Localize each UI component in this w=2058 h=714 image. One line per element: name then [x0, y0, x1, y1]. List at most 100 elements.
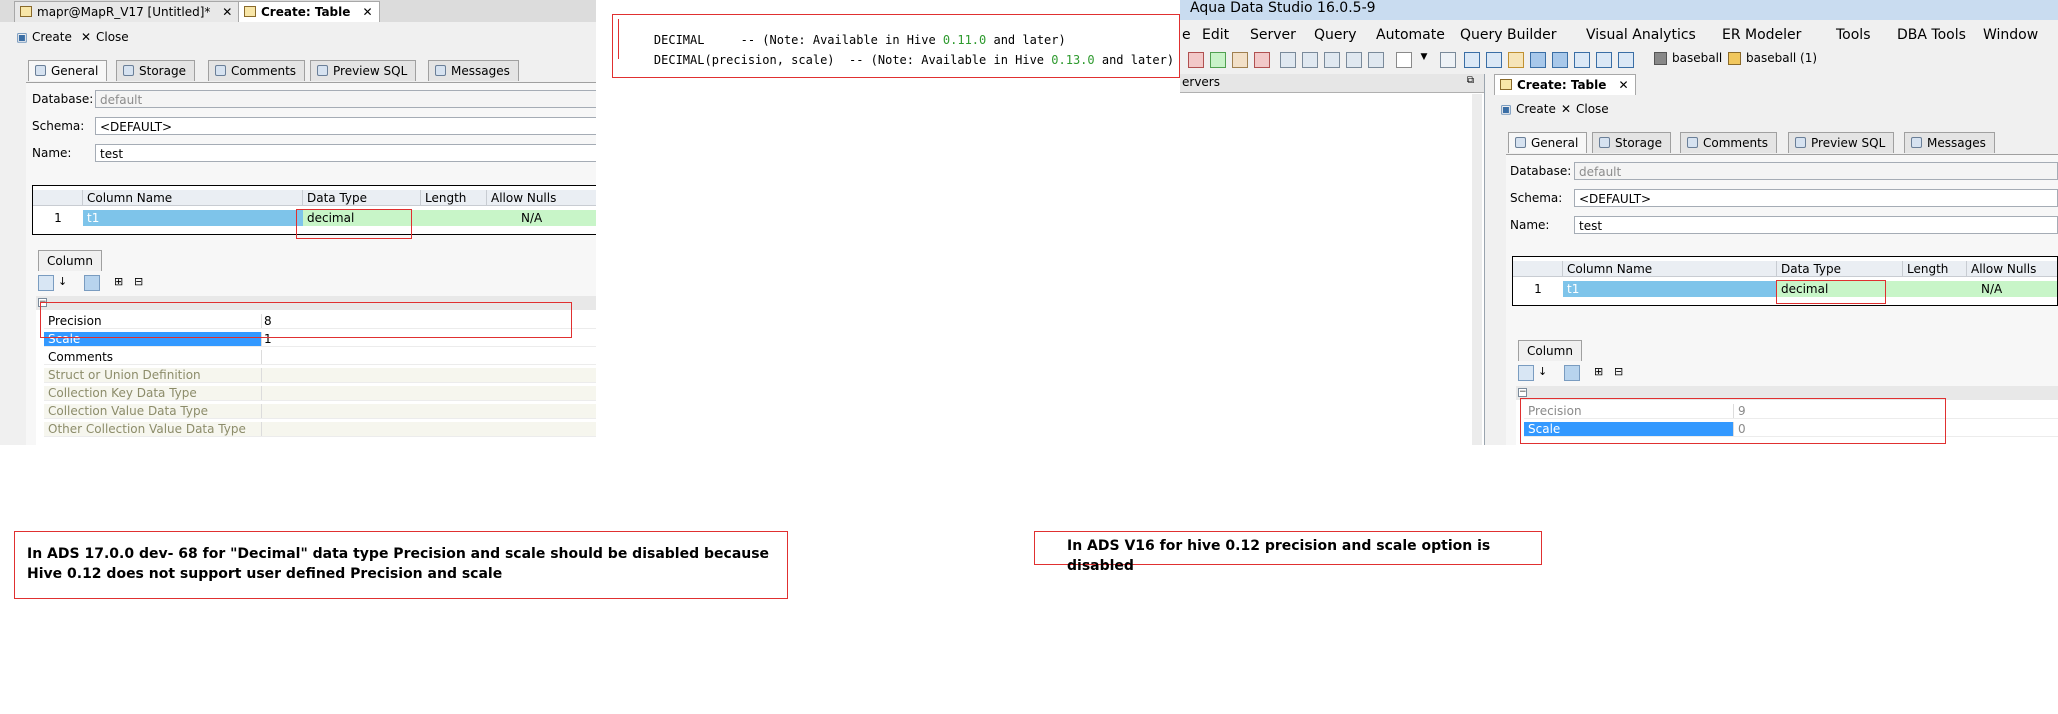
- sort-alpha-icon[interactable]: ↓: [58, 275, 74, 291]
- layout-8-icon[interactable]: [1618, 52, 1634, 68]
- menu-item[interactable]: e: [1182, 24, 1191, 46]
- layout-2-icon[interactable]: [1486, 52, 1502, 68]
- grid-header-data-type[interactable]: Data Type: [303, 190, 421, 206]
- grid-header-length[interactable]: Length: [1903, 261, 1967, 277]
- restore-icon[interactable]: ⧉: [1467, 75, 1474, 86]
- property-value[interactable]: 1: [262, 332, 596, 346]
- menu-item[interactable]: ER Modeler: [1722, 24, 1801, 46]
- tab-create-table[interactable]: Create: Table ✕: [238, 1, 380, 22]
- menu-item[interactable]: Visual Analytics: [1586, 24, 1696, 46]
- menu-item[interactable]: Query: [1314, 24, 1357, 46]
- menu-item[interactable]: Automate: [1376, 24, 1445, 46]
- expand-all-icon[interactable]: ⊞: [1594, 365, 1610, 381]
- grid-cell-data-type[interactable]: decimal: [1777, 281, 1903, 297]
- database-field[interactable]: default: [95, 90, 596, 108]
- tab-comments[interactable]: Comments: [208, 60, 306, 81]
- tab-comments-v16[interactable]: Comments: [1680, 132, 1778, 153]
- layout-5-icon[interactable]: [1552, 52, 1568, 68]
- layout-3-icon[interactable]: [1508, 52, 1524, 68]
- query-history-icon[interactable]: [1368, 52, 1384, 68]
- grid-cell-column-name[interactable]: t1: [1563, 281, 1777, 297]
- grid-cell-column-name[interactable]: t1: [83, 210, 303, 226]
- grid-header-allow-nulls[interactable]: Allow Nulls: [487, 190, 596, 206]
- menu-item[interactable]: Server: [1250, 24, 1296, 46]
- grid-header-data-type[interactable]: Data Type: [1777, 261, 1903, 277]
- property-value[interactable]: [262, 368, 596, 382]
- create-button[interactable]: ▣ Create: [14, 28, 72, 46]
- grid-header-length[interactable]: Length: [421, 190, 487, 206]
- grid-header-column-name[interactable]: Column Name: [83, 190, 303, 206]
- grid-cell-data-type[interactable]: decimal: [303, 210, 421, 226]
- tab-messages-v16[interactable]: Messages: [1904, 132, 1995, 153]
- property-value[interactable]: [262, 422, 596, 436]
- grid-cell-allow-nulls[interactable]: N/A: [1967, 281, 2057, 297]
- collapse-toggle-icon[interactable]: −: [38, 298, 47, 307]
- property-row[interactable]: Other Collection Value Data Type: [44, 422, 596, 437]
- tab-storage-v16[interactable]: Storage: [1592, 132, 1671, 153]
- collapse-all-icon[interactable]: ⊟: [1614, 365, 1630, 381]
- property-row[interactable]: Comments: [44, 350, 596, 365]
- tree-scrollbar[interactable]: [1472, 94, 1482, 445]
- collapse-toggle-icon[interactable]: −: [1518, 388, 1527, 397]
- menu-item[interactable]: Query Builder: [1460, 24, 1557, 46]
- show-descriptions-icon[interactable]: [84, 275, 100, 291]
- query-stop-icon[interactable]: [1346, 52, 1362, 68]
- categorized-icon[interactable]: [1518, 365, 1534, 381]
- expand-all-icon[interactable]: ⊞: [114, 275, 130, 291]
- tab-column[interactable]: Column: [38, 250, 102, 271]
- schema-field[interactable]: <DEFAULT>: [95, 117, 596, 135]
- tab-storage[interactable]: Storage: [116, 60, 195, 81]
- query-new-icon[interactable]: [1302, 52, 1318, 68]
- grid-cell-length[interactable]: [1903, 281, 1967, 297]
- database-field-v16[interactable]: default: [1574, 162, 2058, 180]
- tab-general-v16[interactable]: General: [1508, 132, 1588, 153]
- property-row[interactable]: Precision 8: [44, 314, 596, 329]
- layout-1-icon[interactable]: [1464, 52, 1480, 68]
- tab-mapr-query[interactable]: mapr@MapR_V17 [Untitled]* ✕: [14, 1, 240, 22]
- layout-4-icon[interactable]: [1530, 52, 1546, 68]
- schema-field-v16[interactable]: <DEFAULT>: [1574, 189, 2058, 207]
- show-descriptions-icon[interactable]: [1564, 365, 1580, 381]
- menu-item[interactable]: DBA Tools: [1897, 24, 1966, 46]
- collapse-all-icon[interactable]: ⊟: [134, 275, 150, 291]
- property-row[interactable]: Collection Value Data Type: [44, 404, 596, 419]
- schema-icon[interactable]: [1440, 52, 1456, 68]
- connection-baseball[interactable]: baseball: [1654, 51, 1722, 65]
- create-button-v16[interactable]: ▣ Create: [1498, 100, 1556, 118]
- query-icon[interactable]: [1280, 52, 1296, 68]
- close-button-v16[interactable]: ✕ Close: [1558, 100, 1609, 118]
- document-icon[interactable]: [1396, 52, 1412, 68]
- tab-create-table-v16[interactable]: Create: Table ✕: [1494, 74, 1636, 95]
- dropdown-arrow-icon[interactable]: ▼: [1416, 52, 1432, 68]
- tab-general[interactable]: General: [28, 60, 108, 81]
- layout-7-icon[interactable]: [1596, 52, 1612, 68]
- property-row[interactable]: Struct or Union Definition: [44, 368, 596, 383]
- name-field[interactable]: test: [95, 144, 596, 162]
- categorized-icon[interactable]: [38, 275, 54, 291]
- close-tab-icon[interactable]: ✕: [361, 2, 375, 22]
- tab-preview-sql-v16[interactable]: Preview SQL: [1788, 132, 1895, 153]
- grid-cell-length[interactable]: [421, 210, 487, 226]
- sort-alpha-icon[interactable]: ↓: [1538, 365, 1554, 381]
- name-field-v16[interactable]: test: [1574, 216, 2058, 234]
- close-tab-icon[interactable]: ✕: [220, 2, 234, 22]
- close-button[interactable]: ✕ Close: [78, 28, 129, 46]
- property-row[interactable]: Scale 1: [44, 332, 596, 347]
- connection-baseball-1[interactable]: baseball (1): [1728, 51, 1817, 65]
- disconnect-icon[interactable]: [1210, 52, 1226, 68]
- server-edit-icon[interactable]: [1254, 52, 1270, 68]
- tab-column-v16[interactable]: Column: [1518, 340, 1582, 361]
- grid-header-column-name[interactable]: Column Name: [1563, 261, 1777, 277]
- grid-header-allow-nulls[interactable]: Allow Nulls: [1967, 261, 2057, 277]
- property-value[interactable]: [262, 386, 596, 400]
- menu-item[interactable]: Tools: [1836, 24, 1871, 46]
- connect-icon[interactable]: [1188, 52, 1204, 68]
- server-icon[interactable]: [1232, 52, 1248, 68]
- tab-messages[interactable]: Messages: [428, 60, 519, 81]
- property-value[interactable]: [262, 404, 596, 418]
- menu-item[interactable]: Window: [1983, 24, 2038, 46]
- grid-cell-allow-nulls[interactable]: N/A: [487, 210, 596, 226]
- property-value[interactable]: 8: [262, 314, 596, 328]
- layout-6-icon[interactable]: [1574, 52, 1590, 68]
- query-run-icon[interactable]: [1324, 52, 1340, 68]
